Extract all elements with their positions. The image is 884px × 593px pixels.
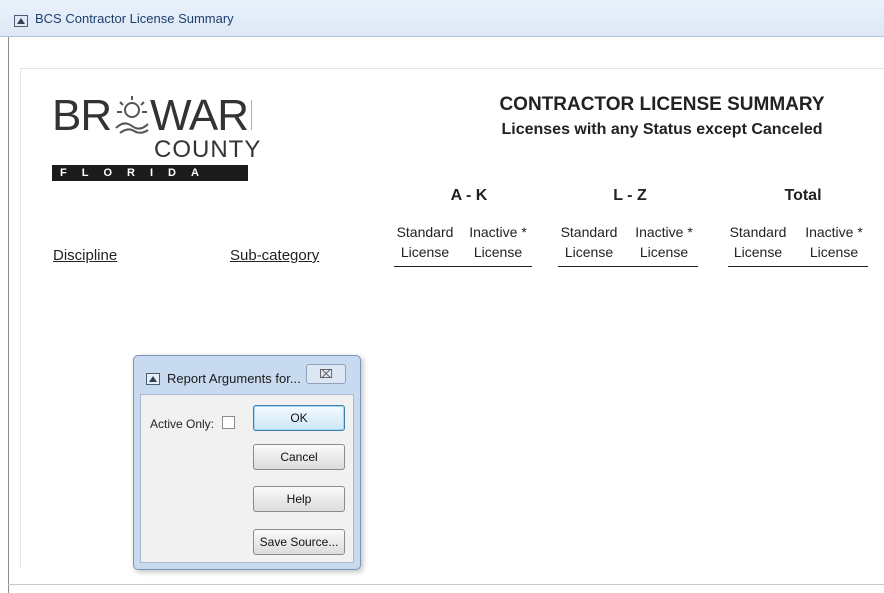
report-title: CONTRACTOR LICENSE SUMMARY <box>499 94 825 115</box>
window-frame-bottom <box>8 584 884 585</box>
app-icon <box>14 15 28 27</box>
close-icon[interactable]: ⌧ <box>306 364 346 384</box>
column-header-ak-inactive: Inactive * License <box>462 224 534 260</box>
column-header-line: Standard <box>729 224 787 240</box>
svg-text:WARD: WARD <box>150 91 252 138</box>
column-header-line: License <box>564 244 614 260</box>
active-only-label: Active Only: <box>150 417 215 431</box>
logo-wordmark: BR WARD <box>52 91 252 138</box>
group-underline-l-z <box>558 266 698 267</box>
sun-icon <box>115 96 149 134</box>
group-label-a-k: A - K <box>450 187 488 204</box>
window-titlebar: BCS Contractor License Summary <box>0 0 884 37</box>
group-label-total: Total <box>784 187 822 204</box>
column-header-discipline: Discipline <box>53 247 118 264</box>
active-only-checkbox[interactable] <box>222 416 235 429</box>
cancel-button[interactable]: Cancel <box>253 444 345 470</box>
group-label-l-z: L - Z <box>613 187 647 204</box>
svg-text:BR: BR <box>52 91 111 138</box>
column-header-subcategory: Sub-category <box>230 247 320 264</box>
column-header-line: Standard <box>560 224 618 240</box>
report-arguments-dialog: Report Arguments for... ⌧ Active Only: O… <box>133 355 361 570</box>
column-header-line: License <box>400 244 450 260</box>
ok-button[interactable]: OK <box>253 405 345 431</box>
column-header-total-standard: Standard License <box>722 224 794 260</box>
column-header-line: License <box>639 244 689 260</box>
column-header-line: Inactive * <box>469 224 527 240</box>
save-source-button[interactable]: Save Source... <box>253 529 345 555</box>
window-title: BCS Contractor License Summary <box>35 11 234 26</box>
column-header-lz-inactive: Inactive * License <box>628 224 700 260</box>
group-underline-a-k <box>394 266 532 267</box>
logo-county-word: COUNTY <box>154 136 262 163</box>
column-header-total-inactive: Inactive * License <box>798 224 870 260</box>
group-underline-total <box>728 266 868 267</box>
help-button[interactable]: Help <box>253 486 345 512</box>
logo-florida-bar: FLORIDA <box>52 165 248 181</box>
column-header-lz-standard: Standard License <box>553 224 625 260</box>
window-frame-left <box>8 37 9 593</box>
column-header-line: Standard <box>396 224 454 240</box>
column-header-line: License <box>733 244 783 260</box>
report-subtitle: Licenses with any Status except Canceled <box>501 121 823 138</box>
column-header-line: Inactive * <box>805 224 863 240</box>
dialog-app-icon <box>146 373 160 385</box>
column-header-line: Inactive * <box>635 224 693 240</box>
broward-county-logo: BR WARD COUNTY FLORIDA <box>52 90 260 185</box>
dialog-title: Report Arguments for... <box>167 371 301 386</box>
dialog-body: Active Only: OK Cancel Help Save Source.… <box>140 394 354 563</box>
column-header-line: License <box>809 244 859 260</box>
column-header-line: License <box>473 244 523 260</box>
column-header-ak-standard: Standard License <box>389 224 461 260</box>
